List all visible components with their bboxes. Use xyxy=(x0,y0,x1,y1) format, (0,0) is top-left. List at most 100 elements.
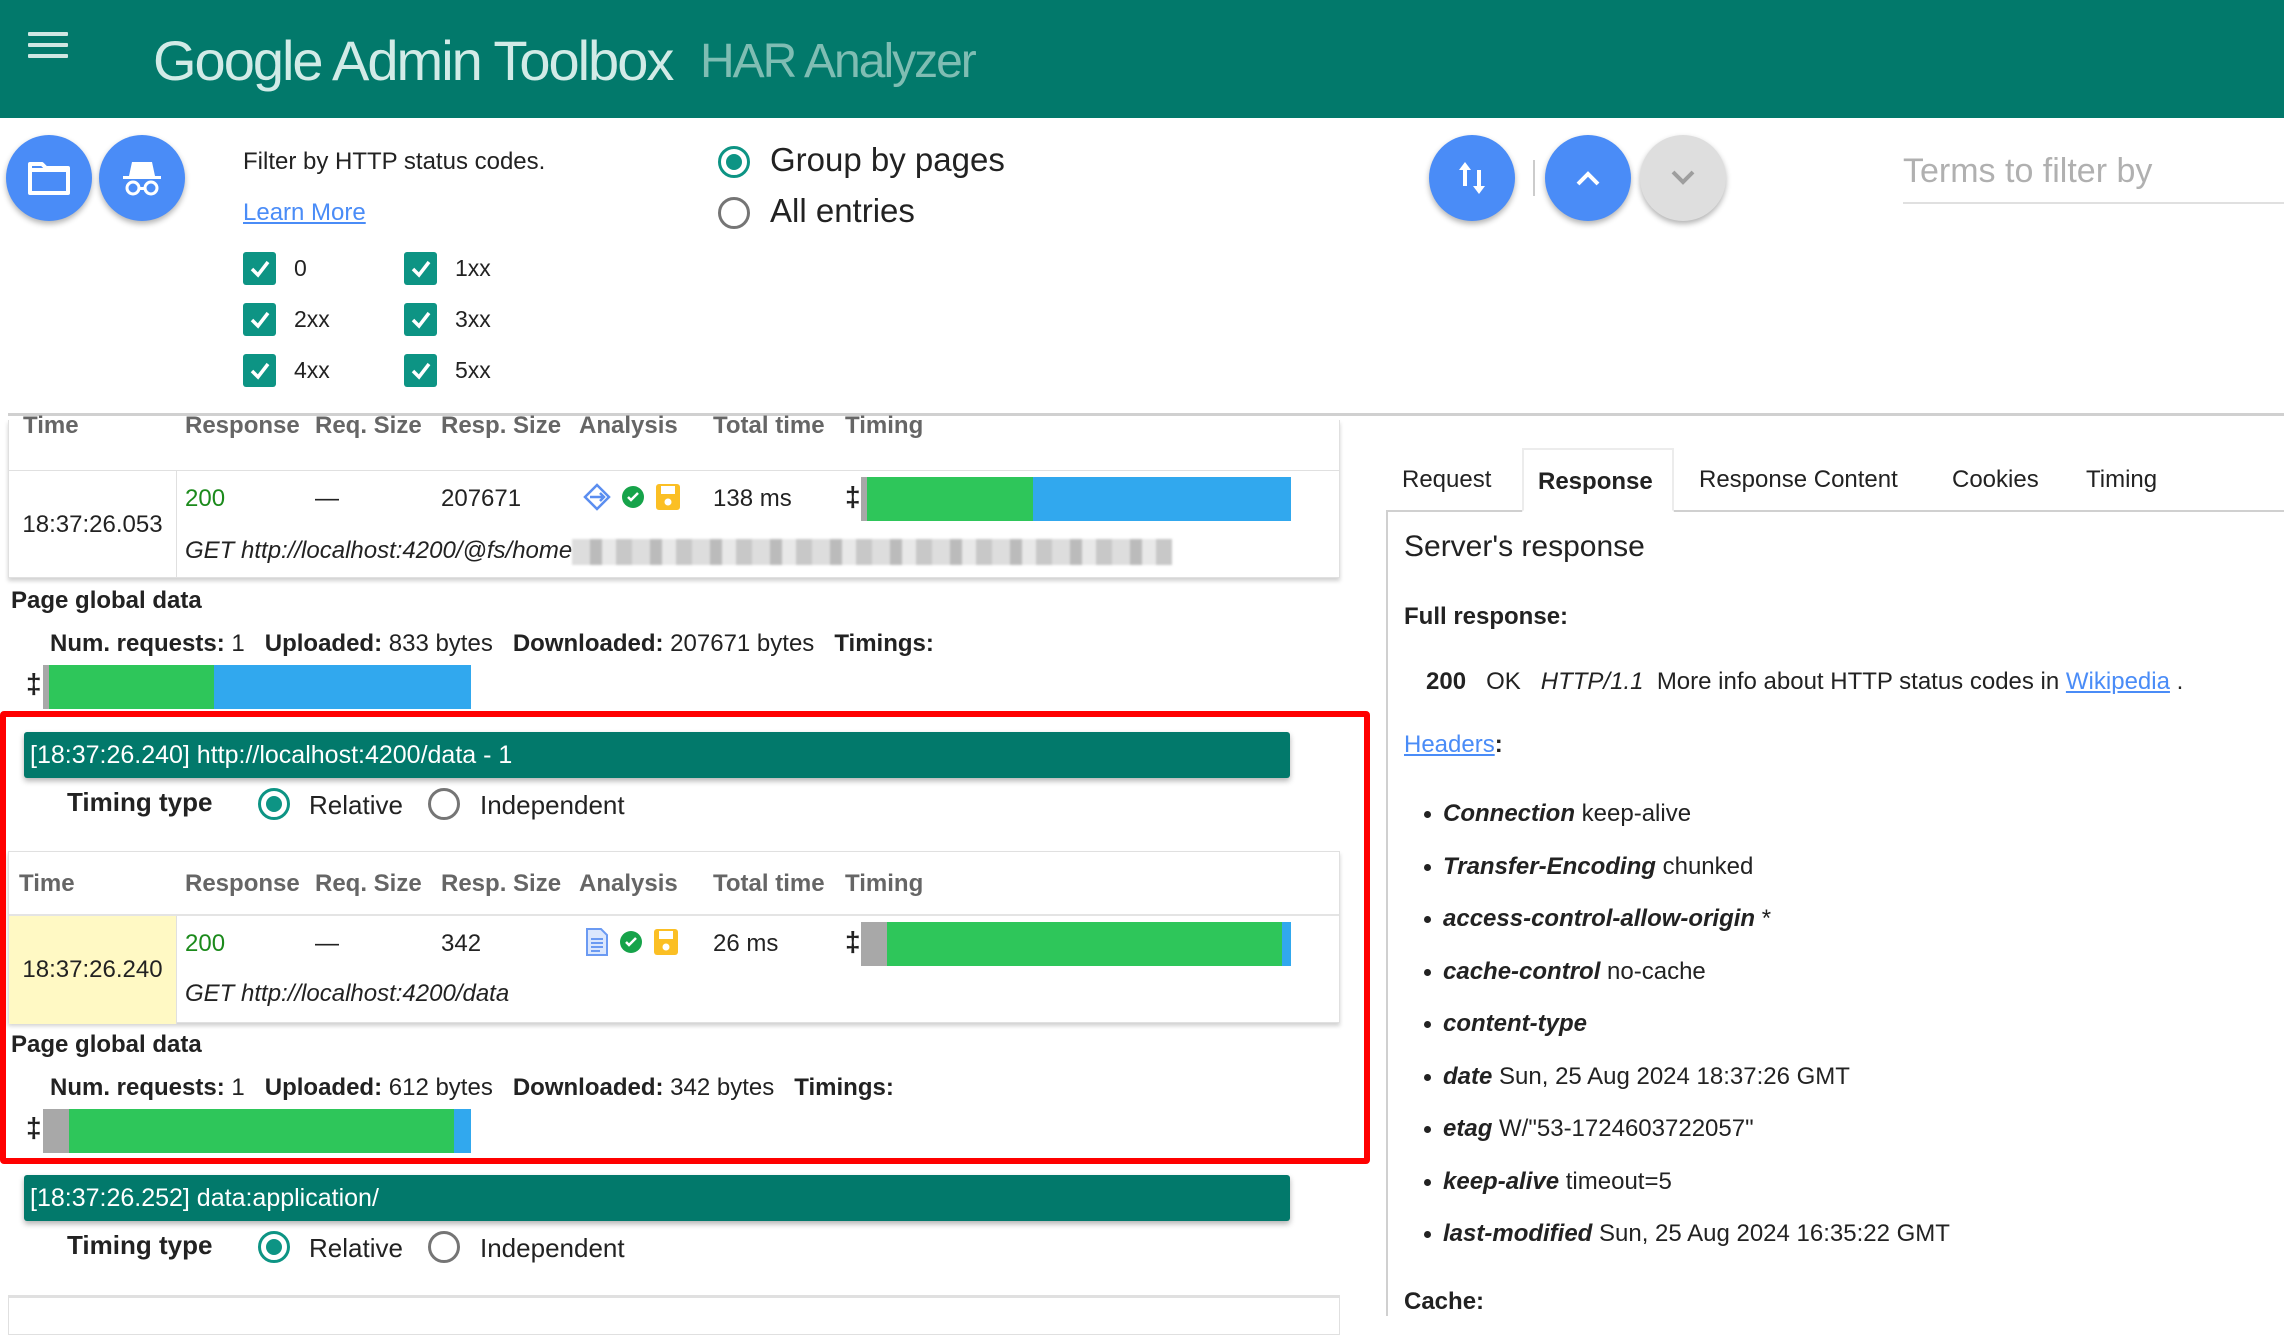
group-by-pages-radio[interactable] xyxy=(718,146,750,178)
entry-status: 200 xyxy=(185,485,226,512)
details-panel-border xyxy=(1386,512,1388,1316)
num-requests-value: 1 xyxy=(231,630,245,657)
app-header: Google Admin Toolbox HAR Analyzer xyxy=(0,0,2284,118)
next-entry-button[interactable] xyxy=(1640,135,1726,221)
header-name: etag xyxy=(1443,1115,1493,1142)
column-header-time[interactable]: Time xyxy=(23,412,79,440)
all-entries-radio[interactable] xyxy=(718,197,750,229)
status-filter-checkbox[interactable] xyxy=(404,354,437,387)
cache-save-icon xyxy=(656,484,680,510)
tab-response[interactable]: Response xyxy=(1522,448,1674,512)
entry-req-size: — xyxy=(315,485,339,512)
status-filter-checkbox[interactable] xyxy=(243,303,276,336)
header-name: cache-control xyxy=(1443,957,1601,985)
tab-response-content[interactable]: Response Content xyxy=(1699,448,1898,512)
column-header-req-size[interactable]: Req. Size xyxy=(315,412,422,440)
status-filter-label[interactable]: 0 xyxy=(294,255,307,282)
timing-independent-radio[interactable] xyxy=(428,1231,460,1263)
timing-marker-icon: ‡ xyxy=(845,481,861,512)
app-subtitle: HAR Analyzer xyxy=(700,35,977,88)
downloaded-value: 207671 bytes xyxy=(670,630,815,657)
timing-type-label: Timing type xyxy=(67,1230,213,1260)
headers-link[interactable]: Headers xyxy=(1404,731,1495,758)
timing-segment xyxy=(214,665,471,709)
status-filter-checkbox[interactable] xyxy=(243,252,276,285)
response-header-item: Connection keep-alive xyxy=(1424,800,1691,828)
cache-label: Cache: xyxy=(1404,1288,1485,1315)
checkmark-icon xyxy=(250,260,269,278)
group-by-pages-label[interactable]: Group by pages xyxy=(770,141,1005,179)
selection-highlight-box xyxy=(0,711,1370,1164)
details-title: Server's response xyxy=(1404,530,1645,563)
response-header-item: keep-alive timeout=5 xyxy=(1424,1168,1672,1196)
learn-more-link[interactable]: Learn More xyxy=(243,199,366,227)
entry-timing-bar[interactable] xyxy=(861,477,1291,521)
column-header-timing[interactable]: Timing xyxy=(845,412,923,440)
status-filter-checkbox[interactable] xyxy=(404,252,437,285)
column-header-analysis[interactable]: Analysis xyxy=(579,412,678,440)
bullet-icon xyxy=(1424,1126,1431,1134)
http-version: HTTP/1.1 xyxy=(1540,668,1644,695)
column-header-response[interactable]: Response xyxy=(185,412,300,440)
open-file-button[interactable] xyxy=(6,135,92,221)
response-header-item: date Sun, 25 Aug 2024 18:37:26 GMT xyxy=(1424,1063,1850,1091)
hamburger-menu-icon[interactable] xyxy=(28,32,68,62)
status-more-info: More info about HTTP status codes in xyxy=(1656,668,2060,695)
status-filter-label[interactable]: 1xx xyxy=(455,255,491,282)
header-name: keep-alive xyxy=(1443,1167,1560,1195)
tab-request[interactable]: Request xyxy=(1402,448,1491,512)
page-header[interactable]: [18:37:26.252] data:application/ xyxy=(24,1175,1290,1221)
header-value: W/"53-1724603722057" xyxy=(1499,1115,1754,1142)
timing-marker-icon: ‡ xyxy=(26,668,42,699)
page-global-data-title: Page global data xyxy=(11,587,202,614)
status-filter-label[interactable]: 4xx xyxy=(294,357,330,384)
status-filter-checkbox[interactable] xyxy=(243,354,276,387)
header-name: last-modified xyxy=(1443,1220,1593,1247)
table-row[interactable]: 18:37:26.053 200 — 207671 138 ms ‡ GET h… xyxy=(9,471,1339,578)
column-header-total-time[interactable]: Total time xyxy=(713,412,825,440)
all-entries-label[interactable]: All entries xyxy=(770,192,915,230)
status-code: 200 xyxy=(1426,668,1467,695)
redacted-path xyxy=(572,538,1173,565)
uploaded-label: Uploaded: xyxy=(264,630,383,657)
entry-total-time: 138 ms xyxy=(713,485,792,512)
checkmark-icon xyxy=(411,311,430,329)
header-value: keep-alive xyxy=(1581,800,1692,827)
wikipedia-link[interactable]: Wikipedia xyxy=(2066,668,2170,695)
bullet-icon xyxy=(1424,1073,1431,1081)
header-name: content-type xyxy=(1443,1010,1587,1037)
timing-segment xyxy=(49,665,215,709)
full-response-label: Full response: xyxy=(1404,603,1569,630)
downloaded-label: Downloaded: xyxy=(512,630,664,657)
status-filter-label[interactable]: 2xx xyxy=(294,306,330,333)
sort-icon xyxy=(1459,162,1485,194)
request-url: GET http://localhost:4200/@fs/home xyxy=(185,537,573,564)
header-value: no-cache xyxy=(1607,957,1706,985)
header-name: Connection xyxy=(1443,800,1575,827)
previous-entry-button[interactable] xyxy=(1545,135,1631,221)
num-requests-label: Num. requests: xyxy=(50,630,225,657)
timing-relative-radio[interactable] xyxy=(258,1231,290,1263)
filter-terms-input[interactable] xyxy=(1903,140,2284,204)
tab-cookies[interactable]: Cookies xyxy=(1952,448,2039,512)
bullet-icon xyxy=(1424,916,1431,924)
status-filter-checkbox[interactable] xyxy=(404,303,437,336)
header-name: Transfer-Encoding xyxy=(1443,852,1656,880)
header-value: * xyxy=(1761,905,1772,932)
response-header-item: content-type xyxy=(1424,1010,1587,1038)
status-filter-label[interactable]: 5xx xyxy=(455,357,491,384)
header-name: access-control-allow-origin xyxy=(1443,905,1756,932)
status-filter-label[interactable]: 3xx xyxy=(455,306,491,333)
column-header-resp-size[interactable]: Resp. Size xyxy=(441,412,561,440)
tab-timing[interactable]: Timing xyxy=(2086,448,2157,512)
timing-relative-label[interactable]: Relative xyxy=(309,1233,403,1264)
sort-button[interactable] xyxy=(1429,135,1515,221)
header-value: chunked xyxy=(1662,852,1754,880)
headers-heading: Headers: xyxy=(1404,731,1503,758)
bullet-icon xyxy=(1424,811,1431,819)
checkmark-icon xyxy=(411,362,430,380)
timing-independent-label[interactable]: Independent xyxy=(480,1233,625,1264)
incognito-button[interactable] xyxy=(99,135,185,221)
response-header-item: access-control-allow-origin * xyxy=(1424,905,1771,933)
header-name: date xyxy=(1443,1062,1493,1090)
